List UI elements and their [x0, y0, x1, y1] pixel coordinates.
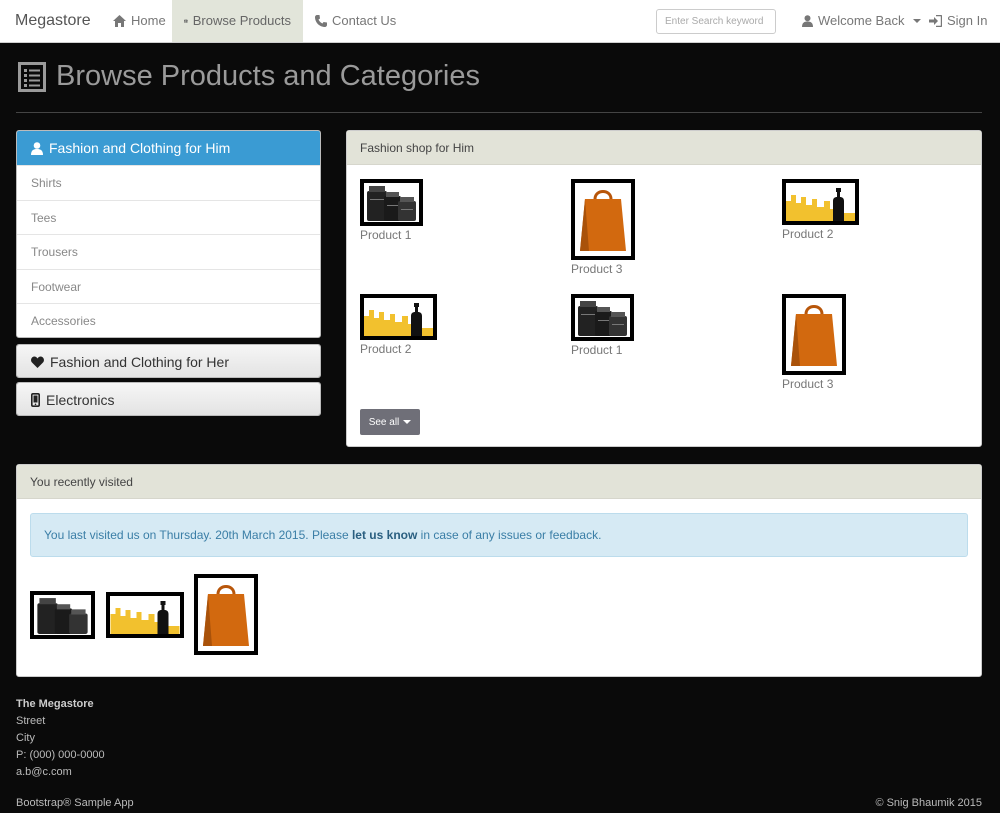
sidebar-item-footwear[interactable]: Footwear — [17, 268, 320, 304]
alert-text-suffix: in case of any issues or feedback. — [417, 528, 602, 542]
skyline-bottle-icon[interactable] — [782, 179, 859, 225]
jars-icon — [37, 598, 88, 634]
category-electronics-label: Electronics — [46, 392, 115, 408]
user-icon — [802, 15, 813, 27]
phone-device-icon — [31, 393, 40, 407]
nav-browse-products[interactable]: Browse Products — [172, 0, 303, 42]
footer-app-name: Bootstrap® Sample App — [16, 797, 134, 809]
home-icon — [113, 15, 126, 27]
chevron-down-icon — [403, 420, 412, 424]
products-panel: Fashion shop for Him Product 1 Product 3… — [346, 130, 982, 447]
gift-icon — [184, 19, 188, 23]
sidebar-item-shirts[interactable]: Shirts — [17, 165, 320, 200]
product-card[interactable]: Product 2 — [782, 179, 859, 241]
search-input[interactable] — [656, 9, 776, 34]
sign-in-icon — [929, 15, 942, 27]
nav-welcome-label: Welcome Back — [818, 13, 905, 28]
sidebar-item-trousers[interactable]: Trousers — [17, 234, 320, 269]
skyline-bottle-icon — [110, 601, 180, 634]
jars-icon[interactable] — [571, 294, 634, 341]
product-name[interactable]: Product 3 — [571, 262, 635, 276]
last-visit-alert: You last visited us on Thursday. 20th Ma… — [30, 513, 968, 557]
footer-copyright: © Snig Bhaumik 2015 — [875, 797, 982, 809]
jars-icon[interactable] — [360, 179, 423, 226]
product-name[interactable]: Product 2 — [782, 227, 859, 241]
heart-icon — [31, 356, 44, 368]
nav-home[interactable]: Home — [113, 0, 166, 42]
shopping-bag-icon[interactable] — [782, 294, 846, 375]
see-all-button[interactable]: See all — [360, 409, 420, 435]
brand-logo[interactable]: Megastore — [15, 12, 91, 30]
recent-panel: You recently visited You last visited us… — [16, 464, 982, 677]
sidebar-item-accessories[interactable]: Accessories — [17, 303, 320, 337]
footer-city: City — [16, 732, 35, 744]
page-header: Browse Products and Categories — [18, 60, 480, 93]
product-name[interactable]: Product 1 — [571, 343, 634, 357]
nav-sign-in-label: Sign In — [947, 13, 988, 28]
category-electronics-panel[interactable]: Electronics — [16, 382, 321, 416]
see-all-label: See all — [368, 416, 400, 428]
list-icon — [18, 61, 46, 92]
category-him-panel: Fashion and Clothing for Him Shirts Tees… — [16, 130, 321, 338]
nav-sign-in[interactable]: Sign In — [929, 0, 987, 42]
skyline-bottle-icon[interactable] — [360, 294, 437, 340]
phone-icon — [315, 15, 327, 27]
recent-thumb-skyline[interactable] — [106, 592, 184, 638]
footer-address: The Megastore Street City P: (000) 000-0… — [16, 696, 105, 781]
feedback-link[interactable]: let us know — [352, 528, 417, 542]
footer-company-name: The Megastore — [16, 698, 94, 710]
product-card[interactable]: Product 2 — [360, 294, 437, 356]
nav-contact-label: Contact Us — [332, 13, 397, 28]
nav-contact[interactable]: Contact Us — [315, 0, 396, 42]
product-name[interactable]: Product 1 — [360, 228, 423, 242]
sidebar-item-tees[interactable]: Tees — [17, 199, 320, 235]
products-panel-heading: Fashion shop for Him — [347, 131, 981, 165]
chevron-down-icon — [913, 19, 922, 23]
category-him-label: Fashion and Clothing for Him — [49, 140, 231, 156]
category-her-panel[interactable]: Fashion and Clothing for Her — [16, 344, 321, 378]
category-him-header[interactable]: Fashion and Clothing for Him — [17, 131, 320, 165]
page-title: Browse Products and Categories — [56, 60, 480, 92]
footer-phone: P: (000) 000-0000 — [16, 749, 105, 761]
product-name[interactable]: Product 3 — [782, 377, 846, 391]
category-her-header[interactable]: Fashion and Clothing for Her — [17, 345, 320, 377]
shopping-bag-icon — [203, 585, 249, 646]
alert-text-prefix: You last visited us on Thursday. 20th Ma… — [44, 528, 352, 542]
recent-panel-heading: You recently visited — [17, 465, 981, 499]
product-card[interactable]: Product 1 — [360, 179, 423, 242]
divider — [16, 112, 982, 113]
user-icon — [31, 141, 43, 155]
top-navbar: Megastore Home Browse Products Contact U… — [0, 0, 1000, 43]
nav-home-label: Home — [131, 13, 166, 28]
nav-browse-label: Browse Products — [192, 13, 291, 28]
category-her-label: Fashion and Clothing for Her — [50, 354, 229, 370]
nav-welcome-dropdown[interactable]: Welcome Back — [802, 0, 922, 42]
product-card[interactable]: Product 3 — [571, 179, 635, 276]
recent-thumb-bag[interactable] — [194, 574, 258, 655]
recent-thumb-jars[interactable] — [30, 591, 95, 639]
product-card[interactable]: Product 3 — [782, 294, 846, 391]
category-electronics-header[interactable]: Electronics — [17, 383, 320, 415]
product-name[interactable]: Product 2 — [360, 342, 437, 356]
product-card[interactable]: Product 1 — [571, 294, 634, 357]
footer-email[interactable]: a.b@c.com — [16, 764, 105, 781]
footer-street: Street — [16, 715, 46, 727]
shopping-bag-icon[interactable] — [571, 179, 635, 260]
